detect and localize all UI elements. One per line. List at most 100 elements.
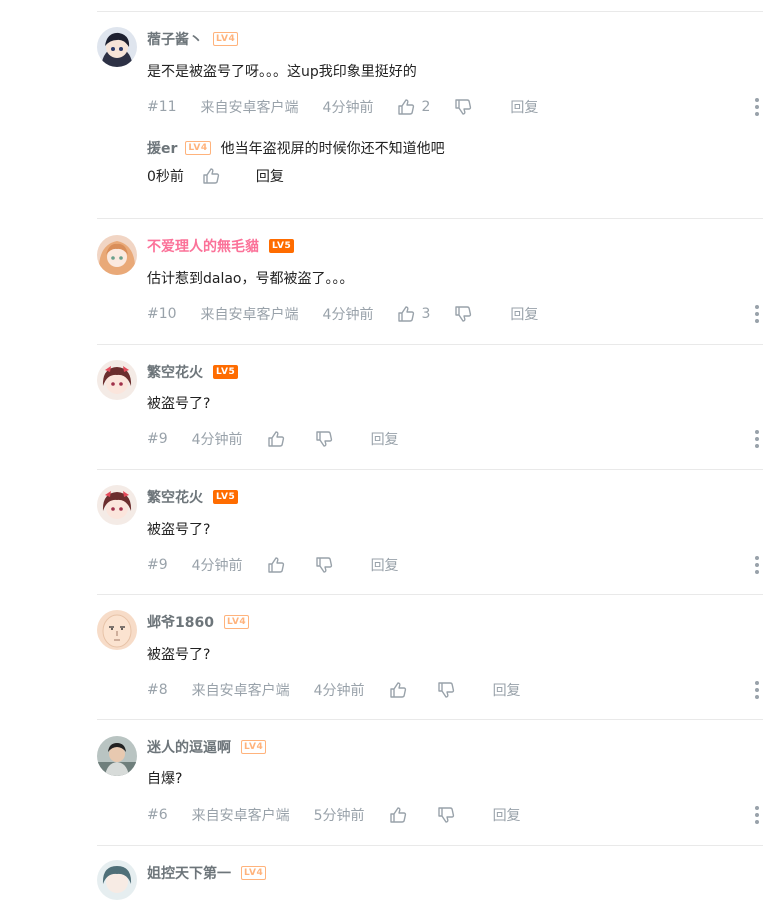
reply-button[interactable]: 回复 — [371, 555, 399, 575]
sub-reply-username[interactable]: 援er — [147, 138, 177, 158]
username-text[interactable]: 邺爷1860 — [147, 612, 214, 632]
more-icon — [755, 305, 759, 309]
like-icon — [267, 431, 284, 447]
comment-item: 姐控天下第一 LV4 — [97, 846, 763, 900]
source-label: 来自安卓客户端 — [200, 100, 299, 116]
more-button[interactable] — [751, 304, 763, 324]
like-icon — [398, 306, 415, 322]
dislike-icon — [455, 99, 472, 115]
more-icon — [755, 806, 759, 810]
username-text[interactable]: 迷人的逗逼啊 — [147, 737, 231, 757]
like-icon — [398, 99, 415, 115]
comment-item: 繁空花火 LV5 被盗号了? #9 4分钟前 回复 — [97, 470, 763, 595]
source-label: 来自安卓客户端 — [191, 683, 290, 699]
comment-time: 4分钟前 — [191, 432, 243, 448]
comment-meta: #8 来自安卓客户端 4分钟前 回复 — [147, 680, 521, 700]
more-button[interactable] — [751, 429, 763, 449]
comment-text: 被盗号了? — [147, 396, 211, 412]
source-label: 来自安卓客户端 — [200, 307, 299, 323]
like-button[interactable] — [267, 556, 285, 574]
dislike-button[interactable] — [454, 98, 472, 116]
comment-item: 迷人的逗逼啊 LV4 自爆? #6 来自安卓客户端 5分钟前 回复 — [97, 720, 763, 846]
floor-number: #6 — [147, 807, 168, 823]
more-icon — [755, 430, 759, 434]
more-button[interactable] — [751, 680, 763, 700]
comment-meta: #6 来自安卓客户端 5分钟前 回复 — [147, 805, 521, 825]
more-button[interactable] — [751, 555, 763, 575]
dislike-button[interactable] — [315, 430, 333, 448]
sub-reply-text: 他当年盗视屏的时候你还不知道他吧 — [220, 141, 445, 157]
like-icon — [389, 682, 406, 698]
dislike-icon — [315, 557, 332, 573]
like-button[interactable] — [202, 167, 220, 185]
username[interactable]: 不爱理人的無毛貓 LV5 — [147, 236, 295, 256]
dislike-button[interactable] — [454, 305, 472, 323]
like-count: 2 — [421, 99, 431, 115]
like-button[interactable] — [389, 806, 407, 824]
source-label: 来自安卓客户端 — [191, 808, 290, 824]
level-badge: LV5 — [213, 365, 239, 379]
username[interactable]: 蓿子酱丶 LV4 — [147, 29, 239, 49]
comment-item: 不爱理人的無毛貓 LV5 估计惹到dalao，号都被盗了。。。 #10 来自安卓… — [97, 219, 763, 345]
like-button[interactable]: 2 — [397, 98, 430, 116]
avatar[interactable] — [97, 235, 137, 275]
username-text[interactable]: 繁空花火 — [147, 487, 203, 507]
more-icon — [755, 556, 759, 560]
reply-button[interactable]: 回复 — [510, 304, 538, 324]
more-button[interactable] — [751, 805, 763, 825]
avatar[interactable] — [97, 360, 137, 400]
dislike-icon — [437, 682, 454, 698]
sub-reply-meta: 0秒前 回复 — [147, 166, 284, 186]
username[interactable]: 繁空花火 LV5 — [147, 487, 239, 507]
avatar[interactable] — [97, 610, 137, 650]
floor-number: #10 — [147, 306, 177, 322]
comment-meta: #9 4分钟前 回复 — [147, 555, 399, 575]
username[interactable]: 繁空花火 LV5 — [147, 362, 239, 382]
username[interactable]: 姐控天下第一 LV4 — [147, 863, 267, 883]
more-icon — [755, 98, 759, 102]
reply-button[interactable]: 回复 — [493, 680, 521, 700]
like-icon — [389, 807, 406, 823]
floor-number: #9 — [147, 431, 168, 447]
reply-button[interactable]: 回复 — [371, 429, 399, 449]
username-text[interactable]: 不爱理人的無毛貓 — [147, 236, 259, 256]
reply-button[interactable]: 回复 — [493, 805, 521, 825]
dislike-button[interactable] — [437, 681, 455, 699]
more-button[interactable] — [751, 97, 763, 117]
username[interactable]: 邺爷1860 LV4 — [147, 612, 250, 632]
like-count: 3 — [421, 306, 431, 322]
comment-time: 4分钟前 — [313, 683, 365, 699]
username-text[interactable]: 蓿子酱丶 — [147, 29, 203, 49]
avatar[interactable] — [97, 860, 137, 900]
more-icon — [755, 681, 759, 685]
comment-time: 4分钟前 — [191, 558, 243, 574]
level-badge: LV4 — [241, 866, 267, 880]
dislike-button[interactable] — [315, 556, 333, 574]
like-button[interactable]: 3 — [397, 305, 430, 323]
level-badge: LV4 — [213, 32, 239, 46]
like-button[interactable] — [267, 430, 285, 448]
comment-meta: #11 来自安卓客户端 4分钟前 2 回复 — [147, 97, 538, 117]
dislike-button[interactable] — [437, 806, 455, 824]
comment-meta: #9 4分钟前 回复 — [147, 429, 399, 449]
reply-button[interactable]: 回复 — [256, 166, 284, 186]
comment-time: 4分钟前 — [322, 307, 374, 323]
level-badge: LV4 — [185, 141, 211, 155]
comment-item: 邺爷1860 LV4 被盗号了? #8 来自安卓客户端 4分钟前 回复 — [97, 595, 763, 720]
comment-text: 被盗号了? — [147, 522, 211, 538]
comment-time: 5分钟前 — [313, 808, 365, 824]
reply-button[interactable]: 回复 — [510, 97, 538, 117]
avatar[interactable] — [97, 736, 137, 776]
avatar[interactable] — [97, 27, 137, 67]
level-badge: LV4 — [241, 740, 267, 754]
dislike-icon — [315, 431, 332, 447]
comment-text: 被盗号了? — [147, 647, 211, 663]
level-badge: LV5 — [269, 239, 295, 253]
avatar[interactable] — [97, 485, 137, 525]
like-button[interactable] — [389, 681, 407, 699]
level-badge: LV5 — [213, 490, 239, 504]
comment-time: 4分钟前 — [322, 100, 374, 116]
username-text[interactable]: 姐控天下第一 — [147, 863, 231, 883]
username[interactable]: 迷人的逗逼啊 LV4 — [147, 737, 267, 757]
username-text[interactable]: 繁空花火 — [147, 362, 203, 382]
